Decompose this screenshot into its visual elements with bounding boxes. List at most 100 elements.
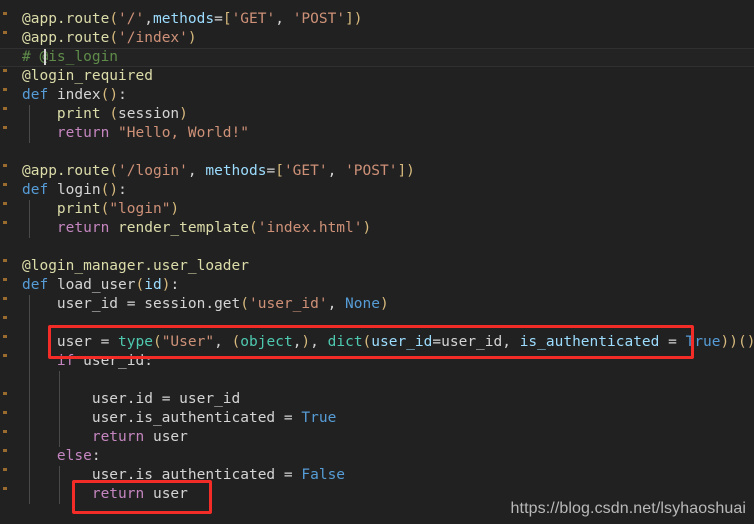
code-token: session bbox=[118, 106, 180, 122]
code-line-text: @app.route('/index') bbox=[0, 29, 197, 48]
code-token: user_id bbox=[22, 296, 127, 312]
code-token: = bbox=[266, 163, 276, 179]
code-viewport[interactable]: @app.route('/',methods=['GET', 'POST']) @… bbox=[0, 0, 754, 524]
code-line[interactable]: user = type("User", (object,), dict(user… bbox=[0, 333, 754, 352]
indent-guide bbox=[29, 466, 30, 485]
code-token: "User" bbox=[161, 334, 215, 350]
code-token: return bbox=[56, 220, 110, 236]
code-line-text: def index(): bbox=[0, 86, 127, 105]
code-line-text: user.id = user_id bbox=[0, 390, 240, 409]
code-token: = bbox=[283, 410, 293, 426]
code-token: ( bbox=[109, 11, 119, 27]
code-token: False bbox=[301, 467, 346, 483]
code-line[interactable]: def index(): bbox=[0, 86, 754, 105]
code-token: '/index' bbox=[118, 30, 188, 46]
code-token: ) bbox=[379, 296, 389, 312]
indent-guide bbox=[29, 333, 30, 352]
code-token: @login_manager.user_loader bbox=[22, 258, 249, 274]
code-line[interactable] bbox=[0, 371, 754, 390]
code-token: , bbox=[214, 334, 232, 350]
text-caret bbox=[44, 49, 46, 65]
code-token: = bbox=[668, 334, 677, 350]
code-line[interactable]: @app.route('/',methods=['GET', 'POST']) bbox=[0, 10, 754, 29]
indent-guide bbox=[59, 371, 60, 390]
code-line[interactable] bbox=[0, 143, 754, 162]
indent-guide bbox=[29, 447, 30, 466]
code-token: 'index.html' bbox=[257, 220, 363, 236]
code-line[interactable]: return user bbox=[0, 428, 754, 447]
code-token: @login_required bbox=[22, 68, 153, 84]
code-line[interactable]: user.id = user_id bbox=[0, 390, 754, 409]
code-token: , bbox=[144, 11, 153, 27]
code-token: , bbox=[275, 11, 293, 27]
code-token: ) bbox=[179, 106, 188, 122]
code-line[interactable]: user.is_authenticated = False bbox=[0, 466, 754, 485]
code-token: ]) bbox=[397, 163, 415, 179]
code-line[interactable]: else: bbox=[0, 447, 754, 466]
indent-guide bbox=[59, 466, 60, 485]
indent-guide bbox=[29, 371, 30, 390]
code-token: ) bbox=[170, 201, 180, 217]
code-token: None bbox=[345, 296, 380, 312]
code-token: , bbox=[310, 334, 328, 350]
code-token: object bbox=[240, 334, 293, 350]
code-line[interactable]: @app.route('/index') bbox=[0, 29, 754, 48]
code-line-text: @login_manager.user_loader bbox=[0, 257, 249, 276]
code-token: user bbox=[144, 486, 188, 502]
code-token: = bbox=[100, 334, 110, 350]
code-token: , bbox=[327, 296, 346, 312]
code-line-text: return "Hello, World!" bbox=[0, 124, 249, 143]
code-token: "login" bbox=[109, 201, 171, 217]
code-token: ( bbox=[135, 277, 145, 293]
code-line[interactable]: return render_template('index.html') bbox=[0, 219, 754, 238]
code-line[interactable] bbox=[0, 314, 754, 333]
code-token: [ bbox=[222, 11, 232, 27]
code-token: is_authenticated bbox=[519, 334, 660, 350]
code-token: user bbox=[144, 429, 188, 445]
code-token: = bbox=[432, 334, 442, 350]
code-token: , bbox=[327, 163, 346, 179]
code-line[interactable]: @app.route('/login', methods=['GET', 'PO… bbox=[0, 162, 754, 181]
code-line[interactable]: print (session) bbox=[0, 105, 754, 124]
indent-guide bbox=[29, 200, 30, 219]
code-token: id bbox=[144, 277, 162, 293]
code-line[interactable]: @login_manager.user_loader bbox=[0, 257, 754, 276]
code-token: methods bbox=[152, 11, 215, 27]
code-token: else bbox=[56, 448, 92, 464]
code-token: '/login' bbox=[118, 163, 188, 179]
code-line-text: user = type("User", (object,), dict(user… bbox=[0, 333, 754, 352]
code-token: 'user_id' bbox=[249, 296, 328, 312]
code-line[interactable]: if user_id: bbox=[0, 352, 754, 371]
code-token: : bbox=[170, 277, 180, 293]
code-line[interactable]: # @is_login bbox=[0, 48, 754, 67]
code-token: ( bbox=[249, 220, 258, 236]
code-token: user.is_authenticated bbox=[22, 467, 284, 483]
code-token: True bbox=[301, 410, 337, 426]
code-token: # @is_login bbox=[22, 49, 119, 65]
code-line[interactable]: user_id = session.get('user_id', None) bbox=[0, 295, 754, 314]
code-line[interactable]: print("login") bbox=[0, 200, 754, 219]
code-line-text: @app.route('/',methods=['GET', 'POST']) bbox=[0, 10, 363, 29]
code-token: ) bbox=[301, 334, 311, 350]
code-token: True bbox=[685, 334, 721, 350]
code-line[interactable]: user.is_authenticated = True bbox=[0, 409, 754, 428]
code-token: print bbox=[56, 106, 101, 122]
code-line-text: user_id = session.get('user_id', None) bbox=[0, 295, 389, 314]
code-line[interactable]: def login(): bbox=[0, 181, 754, 200]
code-token: def bbox=[22, 87, 49, 103]
code-token: session.get bbox=[135, 296, 241, 312]
code-token: ( bbox=[109, 30, 119, 46]
code-line[interactable]: return "Hello, World!" bbox=[0, 124, 754, 143]
code-token: ( bbox=[109, 106, 119, 122]
code-token: def bbox=[22, 182, 49, 198]
code-token: user.is_authenticated bbox=[22, 410, 284, 426]
code-line[interactable]: @login_required bbox=[0, 67, 754, 86]
code-line[interactable]: def load_user(id): bbox=[0, 276, 754, 295]
code-token: ( bbox=[231, 334, 241, 350]
code-line[interactable] bbox=[0, 238, 754, 257]
